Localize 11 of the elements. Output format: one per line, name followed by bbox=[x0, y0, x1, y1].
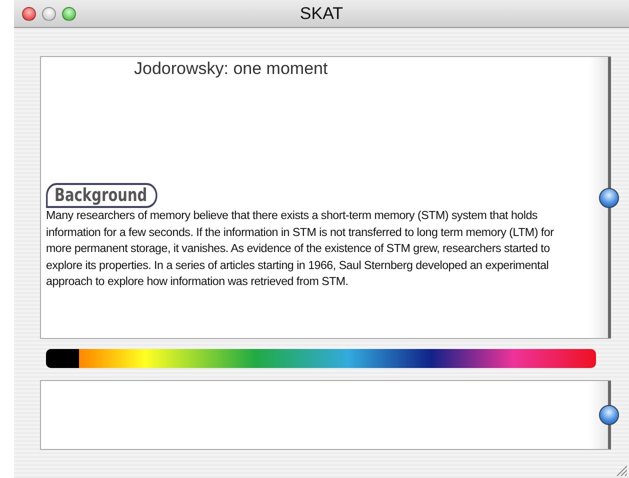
close-button[interactable] bbox=[22, 6, 36, 20]
section-label: Background bbox=[46, 183, 158, 208]
color-bar[interactable] bbox=[46, 349, 596, 368]
body-text: Many researchers of memory believe that there exists a short-term memory (STM) system that holds information for a few seconds. If the information in STM is not transferred to long term memory (LTM) for more permanent storage, it vanishes. As evidence of the existence of STM grew, researchers started to explore its properties. In a series of articles starting in 1966, Saul Sternberg developed an experimental approach to explore how information was retrieved from STM. bbox=[46, 208, 555, 290]
zoom-button[interactable] bbox=[62, 6, 76, 20]
slider-thumb[interactable] bbox=[599, 188, 619, 208]
panel-heading: Jodorowsky: one moment bbox=[134, 59, 329, 79]
window-title: SKAT bbox=[298, 4, 344, 24]
resize-grip-icon[interactable] bbox=[615, 464, 627, 476]
slider-thumb[interactable] bbox=[599, 405, 619, 425]
minimize-button[interactable] bbox=[42, 6, 56, 20]
